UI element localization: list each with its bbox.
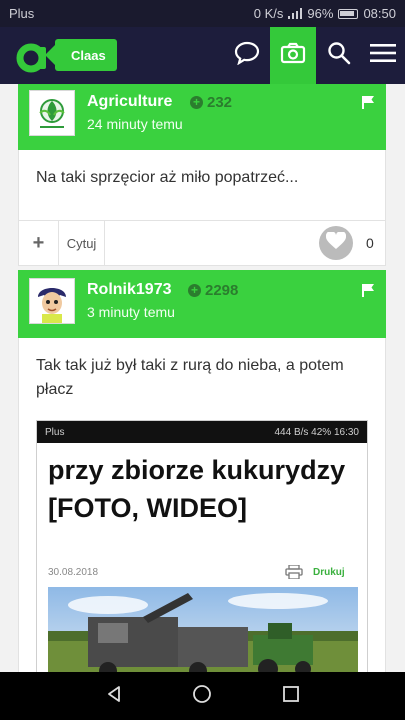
hamburger-icon xyxy=(370,43,396,68)
points-value: 2298 xyxy=(205,282,239,299)
plus-circle-icon: + xyxy=(190,96,203,109)
carrier-name: Plus xyxy=(9,6,35,21)
printer-icon xyxy=(285,564,303,584)
post-text: Na taki sprzęcior aż miło popatrzeć... xyxy=(36,169,299,186)
report-flag-icon[interactable] xyxy=(361,283,375,302)
post-header: Agriculture +232 24 minuty temu xyxy=(18,84,386,150)
post-time: 24 minuty temu xyxy=(87,116,183,132)
chat-icon xyxy=(234,41,260,70)
recents-square-icon xyxy=(282,685,300,708)
search-icon xyxy=(327,41,351,70)
avatar[interactable] xyxy=(29,278,75,324)
author-name[interactable]: Rolnik1973 xyxy=(87,281,171,299)
post-text: Tak tak już był taki z rurą do nieba, a … xyxy=(36,357,344,398)
system-nav-bar xyxy=(0,672,405,720)
feed[interactable]: Agriculture +232 24 minuty temu Na taki … xyxy=(0,84,405,672)
embedded-date: 30.08.2018 xyxy=(48,567,99,578)
app-bar: Claas xyxy=(0,27,405,84)
user-points: +232 xyxy=(190,94,232,111)
harvest-photo xyxy=(48,587,358,672)
like-button[interactable] xyxy=(319,226,353,260)
battery-percent: 96% xyxy=(307,6,334,21)
user-points: +2298 xyxy=(188,282,238,299)
plus-circle-icon: + xyxy=(188,284,201,297)
clock: 08:50 xyxy=(363,6,396,21)
group-tag[interactable]: Claas xyxy=(45,39,117,71)
embedded-status-right: 444 B/s 42% 16:30 xyxy=(274,426,359,438)
report-flag-icon[interactable] xyxy=(361,95,375,114)
post-actions: + Cytuj 0 xyxy=(18,220,386,266)
search-button[interactable] xyxy=(316,27,362,84)
plus-icon: + xyxy=(32,231,45,254)
home-circle-icon xyxy=(192,684,212,709)
embedded-status-bar: Plus 444 B/s 42% 16:30 xyxy=(37,421,367,443)
home-button[interactable] xyxy=(182,676,222,716)
quote-button[interactable]: Cytuj xyxy=(59,221,105,265)
back-button[interactable] xyxy=(94,676,134,716)
points-value: 232 xyxy=(207,94,233,111)
author-name[interactable]: Agriculture xyxy=(87,93,172,111)
post-image[interactable]: Plus 444 B/s 42% 16:30 przy zbiorze kuku… xyxy=(36,420,368,672)
recents-button[interactable] xyxy=(271,676,311,716)
add-point-button[interactable]: + xyxy=(19,221,59,265)
embedded-headline: przy zbiorze kukurydzy [FOTO, WIDEO] xyxy=(48,455,346,523)
embedded-print-label: Drukuj xyxy=(313,567,345,578)
group-tag-label: Claas xyxy=(71,47,106,63)
embedded-carrier: Plus xyxy=(45,426,65,438)
network-speed: 0 K/s xyxy=(253,6,284,21)
menu-button[interactable] xyxy=(360,27,405,84)
avatar[interactable] xyxy=(29,90,75,136)
signal-icon xyxy=(288,8,303,19)
heart-icon xyxy=(325,230,347,255)
status-bar: Plus 0 K/s 96% 08:50 xyxy=(0,0,405,27)
camera-button[interactable] xyxy=(270,27,316,84)
post-time: 3 minuty temu xyxy=(87,304,175,320)
like-count: 0 xyxy=(366,235,374,251)
chat-button[interactable] xyxy=(224,27,270,84)
camera-icon xyxy=(280,42,306,69)
quote-label: Cytuj xyxy=(66,235,97,251)
battery-icon xyxy=(338,8,359,19)
post-header: Rolnik1973 +2298 3 minuty temu xyxy=(18,270,386,338)
back-triangle-icon xyxy=(105,685,123,708)
